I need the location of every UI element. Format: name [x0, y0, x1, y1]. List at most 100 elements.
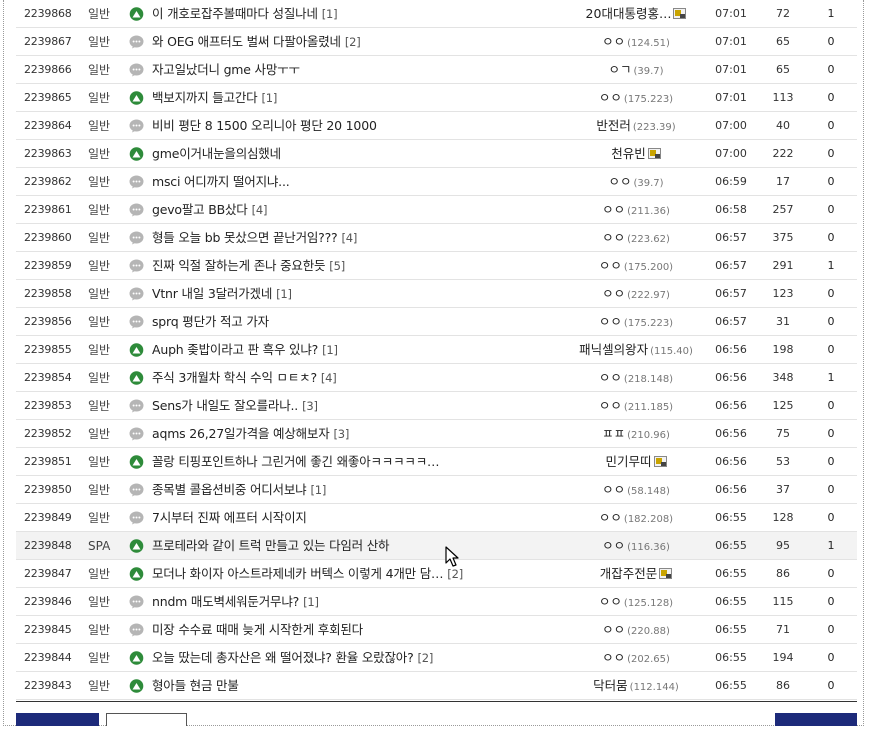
all-posts-button[interactable] — [16, 713, 99, 726]
post-title-link[interactable]: aqms 26,27일가격을 예상해보자 [3] — [152, 420, 590, 448]
post-title-text[interactable]: gme이거내눈을의심했네 — [152, 146, 281, 161]
writer-nickname[interactable]: ㅇㅇ — [602, 34, 625, 49]
post-writer[interactable]: 민기무띠 — [556, 448, 716, 476]
post-row[interactable]: 2239846 일반 nndm 매도벽세워둔거무냐? [1] ㅇㅇ (125.128) 06… — [16, 588, 857, 616]
comment-count[interactable]: [4] — [341, 231, 357, 245]
writer-nickname[interactable]: ㅍㅍ — [602, 426, 625, 441]
post-title-text[interactable]: 미장 수수료 때매 늦게 시작한게 후회된다 — [152, 622, 363, 637]
comment-count[interactable]: [2] — [418, 651, 434, 665]
post-title-text[interactable]: aqms 26,27일가격을 예상해보자 — [152, 426, 330, 441]
post-row[interactable]: 2239845 일반 미장 수수료 때매 늦게 시작한게 후회된다 ㅇㅇ (220.88… — [16, 616, 857, 644]
writer-nickname[interactable]: ㅇㅇ — [599, 314, 622, 329]
comment-count[interactable]: [4] — [321, 371, 337, 385]
writer-nickname[interactable]: ㅇㄱ — [608, 62, 631, 77]
post-row[interactable]: 2239851 일반 꼴랑 티핑포인트하나 그린거에 좋긴 왜좋아ㅋㅋㅋㅋㅋ… 민기무… — [16, 448, 857, 476]
post-row[interactable]: 2239847 일반 모더나 화이자 아스트라제네카 버텍스 이렇게 4개만 담… [… — [16, 560, 857, 588]
writer-nickname[interactable]: ㅇㅇ — [602, 482, 625, 497]
post-row[interactable]: 2239866 일반 자고일났더니 gme 사망ㅜㅜ ㅇㄱ (39.7) 07:01 65 0 — [16, 56, 857, 84]
post-title-text[interactable]: 종목별 콜옵션비중 어디서보냐 — [152, 482, 307, 497]
writer-nickname[interactable]: ㅇㅇ — [602, 286, 625, 301]
post-writer[interactable]: ㅇㅇ (222.97) — [556, 280, 716, 310]
post-row[interactable]: 2239868 일반 이 개호로잡주볼때마다 성질나네 [1] 20대대통령홍… 07:0… — [16, 0, 857, 28]
writer-nickname[interactable]: ㅇㅇ — [599, 510, 622, 525]
post-row[interactable]: 2239864 일반 비비 평단 8 1500 오리니아 평단 20 1000 반전러… — [16, 112, 857, 140]
post-row[interactable]: 2239852 일반 aqms 26,27일가격을 예상해보자 [3] ㅍㅍ (210.9… — [16, 420, 857, 448]
post-title-text[interactable]: 진짜 익절 잘하는게 존나 중요한듯 — [152, 258, 325, 273]
comment-count[interactable]: [3] — [302, 399, 318, 413]
writer-nickname[interactable]: ㅇㅇ — [602, 538, 625, 553]
writer-nickname[interactable]: ㅇㅇ — [599, 258, 622, 273]
post-row[interactable]: 2239867 일반 와 OEG 애프터도 벌써 다팔아올렸네 [2] ㅇㅇ (124.5… — [16, 28, 857, 56]
post-title-link[interactable]: 7시부터 진짜 에프터 시작이지 — [152, 504, 590, 532]
comment-count[interactable]: [2] — [447, 567, 463, 581]
post-title-link[interactable]: 자고일났더니 gme 사망ㅜㅜ — [152, 56, 590, 84]
comment-count[interactable]: [3] — [334, 427, 350, 441]
writer-nickname[interactable]: 20대대통령홍… — [586, 6, 672, 21]
recommended-posts-button[interactable] — [106, 713, 187, 726]
post-title-text[interactable]: nndm 매도벽세워둔거무냐? — [152, 594, 299, 609]
writer-nickname[interactable]: 개잡주전문 — [600, 566, 658, 581]
post-title-link[interactable]: Vtnr 내일 3달러가겠네 [1] — [152, 280, 590, 308]
comment-count[interactable]: [1] — [322, 343, 338, 357]
post-writer[interactable]: ㅇㅇ (223.62) — [556, 224, 716, 254]
post-title-link[interactable]: Sens가 내일도 잘오를라나.. [3] — [152, 392, 590, 420]
comment-count[interactable]: [2] — [345, 35, 361, 49]
post-title-link[interactable]: gme이거내눈을의심했네 — [152, 140, 590, 168]
post-title-text[interactable]: Vtnr 내일 3달러가겠네 — [152, 286, 272, 301]
write-button[interactable] — [775, 713, 857, 726]
post-title-link[interactable]: 프로테라와 같이 트럭 만들고 있는 다임러 산하 — [152, 532, 590, 560]
writer-nickname[interactable]: ㅇㅇ — [599, 90, 622, 105]
post-writer[interactable]: 반전러 (223.39) — [556, 112, 716, 142]
comment-count[interactable]: [4] — [252, 203, 268, 217]
writer-nickname[interactable]: ㅇㅇ — [602, 202, 625, 217]
post-row[interactable]: 2239843 일반 형아들 현금 만불 닥터뭄 (112.144) 06:55 86 0 — [16, 672, 857, 700]
post-writer[interactable]: 천유빈 — [556, 140, 716, 168]
post-title-text[interactable]: 오늘 땄는데 총자산은 왜 떨어졌냐? 환율 오랐잖아? — [152, 650, 414, 665]
post-title-link[interactable]: 미장 수수료 때매 늦게 시작한게 후회된다 — [152, 616, 590, 644]
writer-nickname[interactable]: ㅇㅇ — [602, 650, 625, 665]
post-title-link[interactable]: 모더나 화이자 아스트라제네카 버텍스 이렇게 4개만 담… [2] — [152, 560, 590, 588]
post-row[interactable]: 2239848 SPA 프로테라와 같이 트럭 만들고 있는 다임러 산하 ㅇㅇ (11… — [16, 532, 857, 560]
comment-count[interactable]: [1] — [276, 287, 292, 301]
writer-nickname[interactable]: ㅇㅇ — [599, 370, 622, 385]
writer-nickname[interactable]: 닥터뭄 — [593, 678, 628, 693]
writer-nickname[interactable]: ㅇㅇ — [599, 398, 622, 413]
writer-nickname[interactable]: ㅇㅇ — [602, 622, 625, 637]
writer-nickname[interactable]: ㅇㅇ — [602, 230, 625, 245]
post-row[interactable]: 2239854 일반 주식 3개월차 학식 수익 ㅁㅌㅊ? [4] ㅇㅇ (218.148… — [16, 364, 857, 392]
post-title-link[interactable]: 오늘 땄는데 총자산은 왜 떨어졌냐? 환율 오랐잖아? [2] — [152, 644, 590, 672]
post-row[interactable]: 2239855 일반 Auph 좆밥이라고 판 흑우 있냐? [1] 패닉셀의왕자 (11… — [16, 336, 857, 364]
post-row[interactable]: 2239849 일반 7시부터 진짜 에프터 시작이지 ㅇㅇ (182.208) 06:5… — [16, 504, 857, 532]
post-title-link[interactable]: 형아들 현금 만불 — [152, 672, 590, 700]
post-writer[interactable]: 패닉셀의왕자 (115.40) — [556, 336, 716, 366]
post-title-link[interactable]: 주식 3개월차 학식 수익 ㅁㅌㅊ? [4] — [152, 364, 590, 392]
post-title-text[interactable]: sprq 평단가 적고 가자 — [152, 314, 269, 329]
post-title-text[interactable]: 자고일났더니 gme 사망ㅜㅜ — [152, 62, 300, 77]
post-writer[interactable]: ㅍㅍ (210.96) — [556, 420, 716, 450]
post-title-link[interactable]: 형들 오늘 bb 못샀으면 끝난거임??? [4] — [152, 224, 590, 252]
post-writer[interactable]: ㅇㅇ (175.200) — [556, 252, 716, 282]
post-title-text[interactable]: 비비 평단 8 1500 오리니아 평단 20 1000 — [152, 118, 377, 133]
post-title-text[interactable]: 프로테라와 같이 트럭 만들고 있는 다임러 산하 — [152, 538, 390, 553]
post-title-text[interactable]: 주식 3개월차 학식 수익 ㅁㅌㅊ? — [152, 370, 317, 385]
post-writer[interactable]: ㅇㅇ (211.36) — [556, 196, 716, 226]
post-writer[interactable]: ㅇㅇ (175.223) — [556, 308, 716, 338]
post-title-text[interactable]: 백보지까지 들고간다 — [152, 90, 258, 105]
post-writer[interactable]: ㅇㅇ (124.51) — [556, 28, 716, 58]
post-row[interactable]: 2239856 일반 sprq 평단가 적고 가자 ㅇㅇ (175.223) 06:57 3… — [16, 308, 857, 336]
post-writer[interactable]: 닥터뭄 (112.144) — [556, 672, 716, 702]
comment-count[interactable]: [1] — [261, 91, 277, 105]
post-writer[interactable]: ㅇㅇ (202.65) — [556, 644, 716, 674]
post-row[interactable]: 2239865 일반 백보지까지 들고간다 [1] ㅇㅇ (175.223) 07:01 11… — [16, 84, 857, 112]
post-title-link[interactable]: 비비 평단 8 1500 오리니아 평단 20 1000 — [152, 112, 590, 140]
post-title-link[interactable]: 와 OEG 애프터도 벌써 다팔아올렸네 [2] — [152, 28, 590, 56]
post-title-text[interactable]: 형들 오늘 bb 못샀으면 끝난거임??? — [152, 230, 338, 245]
post-title-text[interactable]: Sens가 내일도 잘오를라나.. — [152, 398, 298, 413]
post-writer[interactable]: 개잡주전문 — [556, 560, 716, 588]
post-title-link[interactable]: 이 개호로잡주볼때마다 성질나네 [1] — [152, 0, 590, 28]
post-row[interactable]: 2239858 일반 Vtnr 내일 3달러가겠네 [1] ㅇㅇ (222.97) 06:5… — [16, 280, 857, 308]
comment-count[interactable]: [5] — [329, 259, 345, 273]
post-title-text[interactable]: 와 OEG 애프터도 벌써 다팔아올렸네 — [152, 34, 341, 49]
comment-count[interactable]: [1] — [303, 595, 319, 609]
post-title-text[interactable]: 형아들 현금 만불 — [152, 678, 239, 693]
